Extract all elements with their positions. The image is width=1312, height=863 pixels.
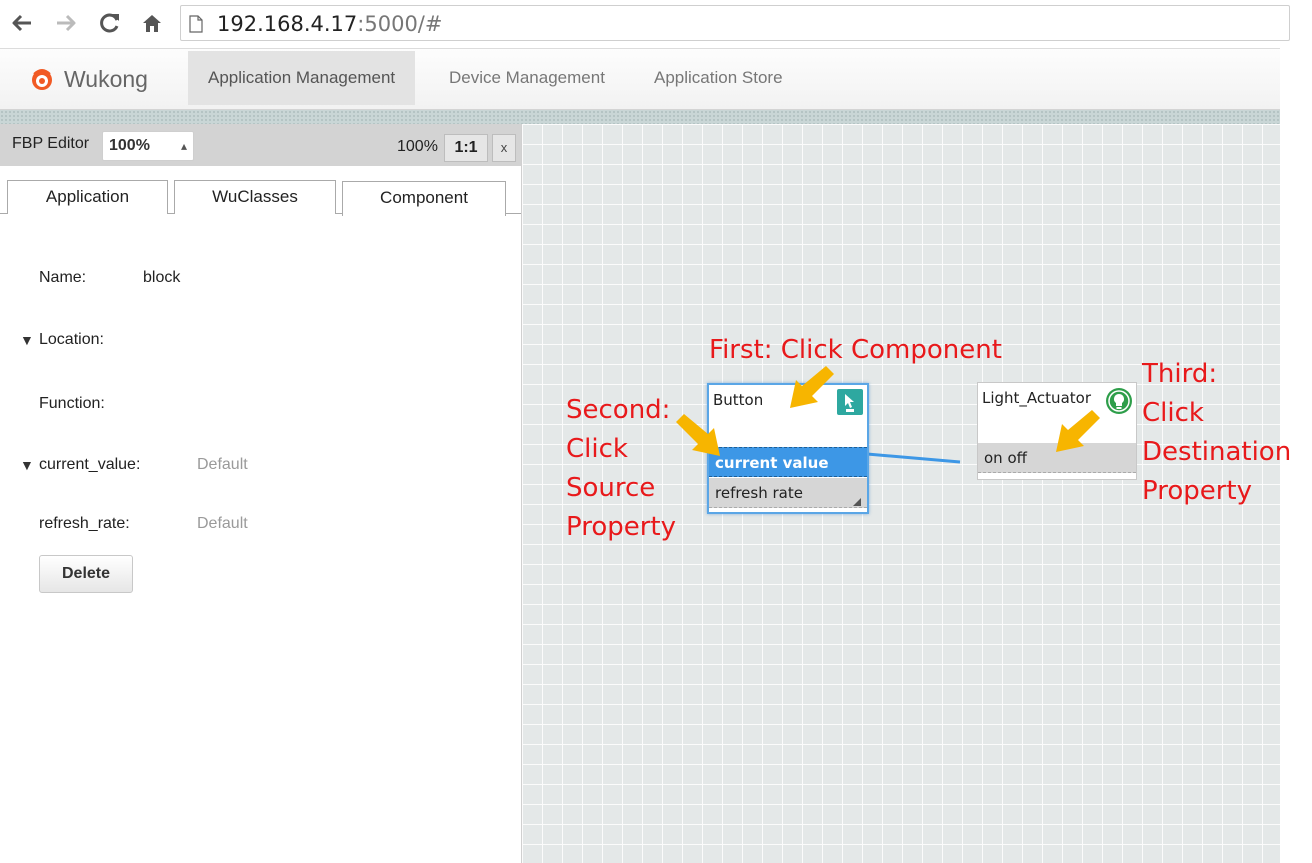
reload-icon	[100, 13, 119, 33]
resize-grip-icon[interactable]	[853, 498, 861, 506]
annotation-line: Click	[1142, 398, 1204, 428]
zoom-select-value: 100%	[109, 137, 150, 154]
component-title: Button	[713, 391, 764, 409]
panel-tabs: Application WuClasses Component	[0, 166, 521, 216]
component-title: Light_Actuator	[982, 389, 1091, 407]
nav-application-store[interactable]: Application Store	[634, 51, 803, 105]
delete-button[interactable]: Delete	[39, 555, 133, 593]
tab-component[interactable]: Component	[342, 181, 506, 216]
header-texture-strip	[0, 110, 1280, 124]
location-expand-icon[interactable]: ▼	[20, 332, 34, 348]
annotation-line: Second:	[566, 395, 671, 425]
url-text: 192.168.4.17:5000/#	[217, 12, 442, 36]
annotation-line: Third:	[1142, 359, 1218, 389]
zoom-level: 100%	[397, 138, 438, 155]
close-button[interactable]: x	[492, 134, 516, 162]
annotation-line: Source	[566, 473, 656, 503]
annotation-arrow-icon	[1056, 410, 1100, 452]
refresh-rate-label: refresh_rate:	[39, 515, 130, 532]
annotation-line: Click	[566, 434, 628, 464]
forward-arrow-icon	[57, 14, 76, 32]
annotation-second: Second: Click Source Property	[566, 391, 676, 547]
reload-button[interactable]	[96, 8, 124, 38]
button-component-icon	[837, 389, 863, 415]
nav-device-management[interactable]: Device Management	[429, 51, 625, 105]
current-value-expand-icon[interactable]: ▼	[20, 457, 34, 473]
browser-toolbar: 192.168.4.17:5000/#	[0, 0, 1312, 48]
home-icon	[143, 15, 161, 32]
lightbulb-icon	[1106, 388, 1132, 414]
zoom-select[interactable]: 100% ▴	[102, 131, 194, 161]
address-bar[interactable]: 192.168.4.17:5000/#	[180, 5, 1290, 41]
name-value[interactable]: block	[143, 269, 180, 287]
page-icon	[189, 15, 203, 33]
back-button[interactable]	[8, 8, 36, 38]
location-label: Location:	[39, 331, 104, 348]
annotation-first: First: Click Component	[709, 335, 1002, 365]
current-value-default[interactable]: Default	[197, 456, 248, 474]
annotation-third: Third: Click Destination Property	[1142, 355, 1291, 511]
annotation-line: Property	[1142, 476, 1253, 506]
current-value-label: current_value:	[39, 456, 141, 473]
annotation-line: Destination	[1142, 437, 1292, 467]
back-arrow-icon	[12, 14, 31, 32]
function-label: Function:	[39, 395, 105, 412]
editor-toolbar: FBP Editor 100% ▴ 100% 1:1 x	[0, 124, 521, 166]
name-label: Name:	[39, 269, 87, 286]
property-current-value[interactable]: current value	[709, 447, 867, 477]
annotation-arrow-icon	[676, 414, 720, 456]
select-arrows-icon: ▴	[180, 139, 187, 153]
annotation-arrow-icon	[790, 366, 834, 408]
forward-button[interactable]	[52, 8, 80, 38]
zoom-reset-button[interactable]: 1:1	[444, 134, 488, 162]
nav-application-management[interactable]: Application Management	[188, 51, 416, 105]
brand[interactable]: Wukong	[30, 49, 148, 109]
app-navbar: Wukong Application Management Device Man…	[0, 48, 1280, 110]
brand-name: Wukong	[64, 65, 148, 92]
component-panel: FBP Editor 100% ▴ 100% 1:1 x Application…	[0, 124, 522, 863]
tab-application[interactable]: Application	[7, 180, 168, 214]
url-host: 192.168.4.17	[217, 12, 358, 36]
tab-wuclasses[interactable]: WuClasses	[174, 180, 336, 214]
fbp-editor-label: FBP Editor	[12, 135, 90, 152]
refresh-rate-default[interactable]: Default	[197, 515, 248, 533]
wukong-logo-icon	[32, 69, 52, 90]
url-port-path: :5000/#	[357, 12, 443, 36]
property-refresh-rate[interactable]: refresh rate	[709, 478, 867, 508]
home-button[interactable]	[138, 8, 166, 38]
annotation-line: Property	[566, 512, 677, 542]
